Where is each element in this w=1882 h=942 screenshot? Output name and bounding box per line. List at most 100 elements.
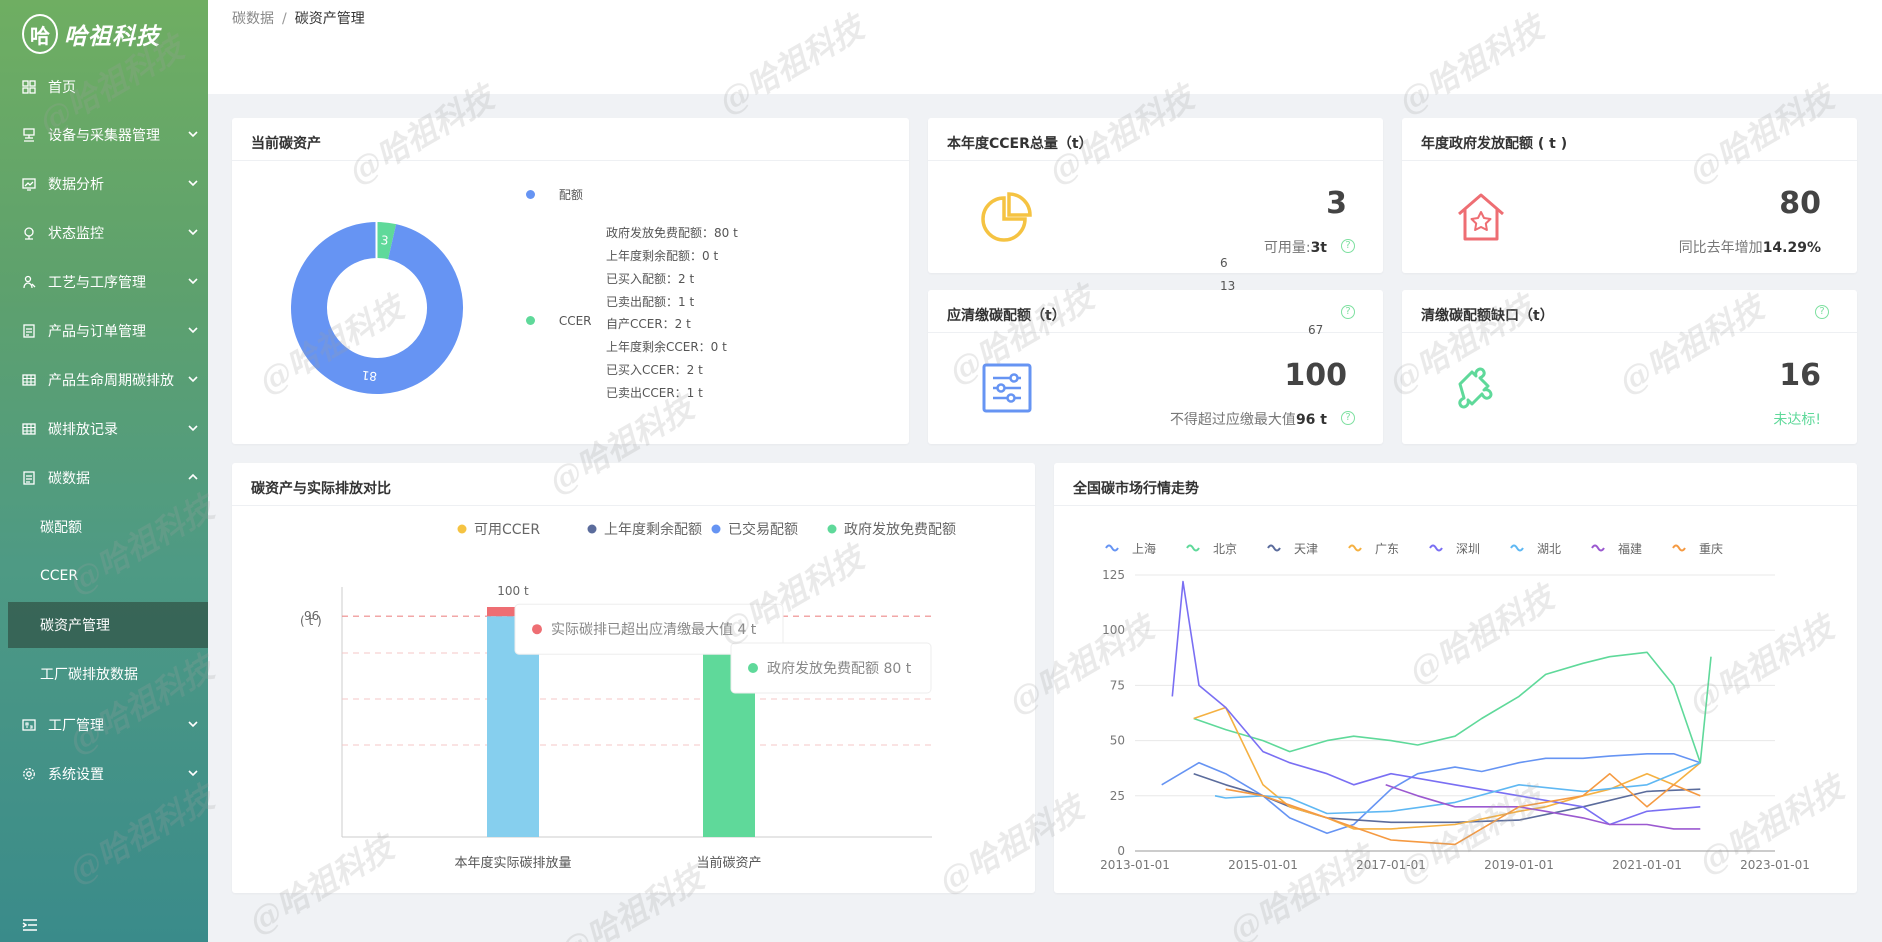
y-tick-label: 125 [1102,568,1125,582]
y-tick-label: 25 [1110,789,1125,803]
legend-label: 已交易配额 [728,521,798,538]
chevron-down-icon [188,425,198,432]
card-divider [1402,332,1857,333]
sidebar-item[interactable]: 碳数据 [0,453,208,502]
ccer-detail-line: 上年度剩余CCER：0 t [606,340,727,354]
quota-detail-line: 政府发放免费配额：80 t [606,226,738,240]
chevron-down-icon [188,376,198,383]
legend-label: 政府发放免费配额 [844,522,956,538]
chevron-down-icon [188,327,198,334]
help-icon[interactable]: ? [1341,411,1355,425]
sidebar-subitem[interactable]: CCER [0,553,208,599]
gov-quota-value: 80 [1779,186,1821,221]
help-icon[interactable]: ? [1341,239,1355,253]
app-logo[interactable]: 哈 哈祖科技 [22,14,160,54]
sidebar-item[interactable]: 工艺与工序管理 [0,257,208,306]
chevron-down-icon [188,770,198,777]
card-title: 年度政府发放配额 ( t ) [1421,136,1568,152]
sidebar-item[interactable]: 产品与订单管理 [0,306,208,355]
sidebar-item[interactable]: 工厂管理 [0,700,208,749]
x-tick-label: 2021-01-01 [1612,858,1682,872]
sidebar-item[interactable]: 碳排放记录 [0,404,208,453]
sidebar-subitem-label: 碳配额 [40,520,82,536]
process-icon [22,275,36,289]
legend-label[interactable]: 深圳 [1456,542,1480,556]
y-tick-label: 50 [1110,734,1125,748]
sidebar-subitem-label: 工厂碳排放数据 [40,667,138,683]
sidebar-subitem[interactable]: 工厂碳排放数据 [0,651,208,697]
tooltip-dot [748,663,758,673]
legend-label[interactable]: 天津 [1294,542,1318,556]
top-bar: 碳数据 / 碳资产管理 [208,0,1882,94]
legend-dot [457,524,467,534]
sidebar-item[interactable]: 首页 [0,62,208,111]
slider-list-icon [982,363,1032,413]
category-label: 本年度实际碳排放量 [454,855,571,871]
chart-tooltip: 政府发放免费配额 80 t [730,642,932,694]
chevron-down-icon [188,180,198,187]
sidebar-item-label: 数据分析 [48,176,104,193]
legend-label[interactable]: 福建 [1618,541,1642,556]
x-tick-label: 2015-01-01 [1228,858,1298,872]
assets-donut-chart: 3 81 [291,222,463,394]
legend-label[interactable]: 上海 [1132,541,1156,556]
table-icon [22,422,36,436]
market-line-chart: 上海 北京 天津 广东 深圳 湖北 福建 重庆 0 25 50 75 100 125 2013-01-01 2… [1100,541,1810,872]
breadcrumb-parent[interactable]: 碳数据 [232,11,274,27]
sidebar-subitem[interactable]: 碳资产管理 [8,602,208,648]
card-divider [1054,505,1857,506]
chart-icon [22,177,36,191]
clear-limit-label: 不得超过应缴最大值 [1169,412,1296,428]
quota-detail-line: 已买入配额：2 t [606,272,695,286]
legend-dot [711,524,721,534]
clear-quota-value: 100 [1284,358,1347,393]
tooltip-dot [532,624,542,635]
collapse-menu-icon[interactable] [22,918,38,932]
y-tick-label: 75 [1110,678,1125,692]
sidebar-item[interactable]: 产品生命周期碳排放 [0,355,208,404]
sidebar-item[interactable]: 系统设置 [0,749,208,798]
sidebar-item-label: 工厂管理 [48,717,104,734]
ccer-detail-line: 已买入CCER：2 t [606,363,703,377]
legend-label[interactable]: 重庆 [1699,542,1723,556]
help-icon[interactable]: ? [1341,305,1355,319]
sidebar-item-label: 设备与采集器管理 [48,127,160,144]
x-tick-label: 2019-01-01 [1484,858,1554,872]
sidebar-subitem-label: 碳资产管理 [40,618,110,634]
logo-mark: 哈 [22,14,58,54]
legend-ccer: CCER [526,314,592,328]
card-divider [232,160,909,161]
chevron-up-icon [188,473,198,480]
tooltip-text: 实际碳排已超出应清缴最大值 4 t [551,621,757,638]
card-divider [928,160,1383,161]
ccer-available-value: 3t [1310,240,1327,256]
legend-dot [827,524,837,534]
legend-label[interactable]: 北京 [1213,542,1237,556]
quota-gap-value: 16 [1779,358,1821,393]
sidebar-item[interactable]: 数据分析 [0,159,208,208]
gov-growth-value: 14.29% [1762,240,1821,256]
card-title: 清缴碳配额缺口（t） [1421,308,1554,324]
legend-label: 上年度剩余配额 [604,521,702,538]
donut-slice-quota[interactable] [291,222,463,394]
clear-quota-limit: 不得超过应缴最大值96 t [1170,409,1327,429]
legend-label[interactable]: 湖北 [1537,541,1561,556]
gov-quota-card: 年度政府发放配额 ( t ) 80 同比去年增加14.29% [1402,118,1857,273]
series-line [1193,651,1712,764]
breadcrumb-separator: / [282,11,287,27]
tooltip-text: 政府发放免费配额 80 t [767,661,912,677]
legend-label[interactable]: 广东 [1375,542,1399,556]
sidebar-subitem[interactable]: 碳配额 [0,504,208,550]
card-title: 应清缴碳配额（t） [947,308,1066,324]
sidebar-item[interactable]: 设备与采集器管理 [0,110,208,159]
help-icon[interactable]: ? [1815,305,1829,319]
ccer-detail-line: 已卖出CCER：1 t [606,386,703,400]
sidebar-item[interactable]: 状态监控 [0,208,208,257]
legend-swatch [1267,544,1281,552]
legend-dot [587,524,597,534]
sidebar-item-label: 碳数据 [48,470,90,487]
legend-swatch [1348,544,1362,552]
legend-dot-ccer [526,316,535,325]
clear-quota-card: 应清缴碳配额（t） ? 100 不得超过应缴最大值96 t ? [928,290,1383,444]
logo-name: 哈祖科技 [64,23,160,50]
